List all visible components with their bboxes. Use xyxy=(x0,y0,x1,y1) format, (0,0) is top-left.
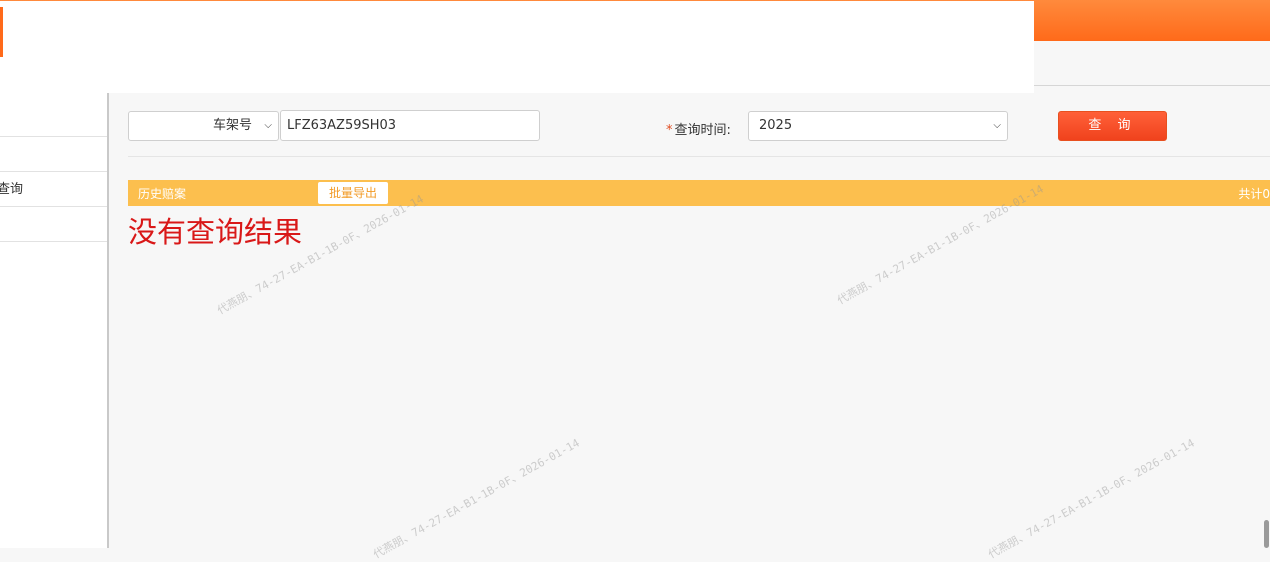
header-overlay-panel xyxy=(0,1,1034,93)
vin-input[interactable] xyxy=(280,110,540,141)
sidebar-item-query[interactable]: 查询 xyxy=(0,172,107,207)
chevron-down-icon: ⌵ xyxy=(993,120,1001,131)
query-button[interactable]: 查 询 xyxy=(1058,111,1167,141)
form-divider xyxy=(128,156,1270,157)
results-total-count: 共计0 xyxy=(1238,187,1270,201)
required-mark: * xyxy=(666,123,673,138)
sidebar-item-4[interactable] xyxy=(0,207,107,242)
search-field-type-select[interactable]: 车架号 ⌵ xyxy=(128,111,279,141)
query-time-text: 查询时间: xyxy=(674,123,731,138)
brand-logo-fragment xyxy=(0,7,3,57)
chevron-down-icon: ⌵ xyxy=(264,120,272,131)
results-header-bar: 历史赔案 批量导出 共计0 xyxy=(128,180,1270,206)
year-select[interactable]: 2025 ⌵ xyxy=(748,111,1008,141)
sidebar-item-2[interactable] xyxy=(0,137,107,172)
sub-header-bar xyxy=(1034,41,1270,86)
sidebar: 查询 xyxy=(0,93,109,548)
year-select-value: 2025 xyxy=(759,118,793,133)
results-title: 历史赔案 xyxy=(138,187,187,201)
sidebar-item-1[interactable] xyxy=(0,93,107,137)
scrollbar-thumb[interactable] xyxy=(1264,520,1269,548)
empty-results-message: 没有查询结果 xyxy=(128,215,303,249)
batch-export-button[interactable]: 批量导出 xyxy=(318,182,388,204)
watermark: 代燕朋、74-27-EA-B1-1B-0F、2026-01-14 xyxy=(370,436,582,562)
sidebar-item-label: 查询 xyxy=(0,182,24,197)
search-field-type-value: 车架号 xyxy=(212,118,252,133)
watermark: 代燕朋、74-27-EA-B1-1B-0F、2026-01-14 xyxy=(985,436,1197,562)
query-time-label: * 查询时间: xyxy=(666,119,731,138)
